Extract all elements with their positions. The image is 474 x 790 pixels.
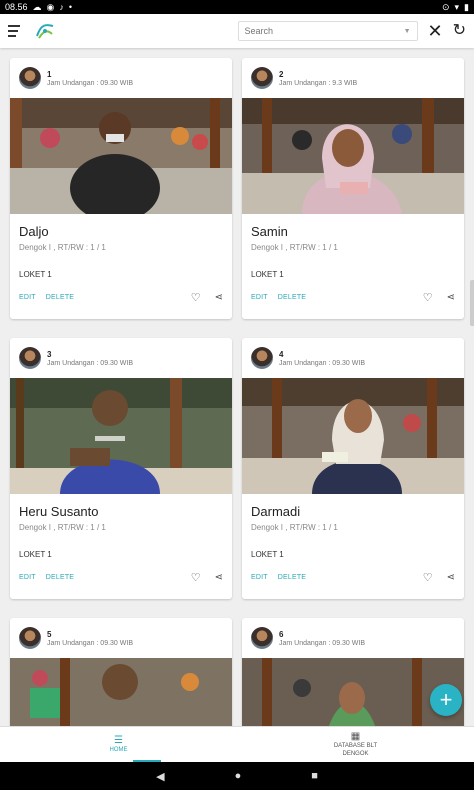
app-bar: ▼ ✕ ↻ [0,14,474,48]
share-icon[interactable]: ⋖ [447,572,455,583]
app-logo [34,20,56,42]
favorite-icon[interactable]: ♡ [191,571,201,584]
favorite-icon[interactable]: ♡ [423,291,433,304]
favorite-icon[interactable]: ♡ [191,291,201,304]
avatar [251,347,273,369]
recipient-photo [10,378,232,494]
battery-icon: ▮ [464,1,469,12]
card-header: 1 Jam Undangan : 09.30 WIB [10,58,232,98]
recipient-address: Dengok I , RT/RW : 1 / 1 [19,243,106,252]
recipient-photo [242,378,464,494]
recipient-photo [10,98,232,214]
recipient-card[interactable]: 4 Jam Undangan : 09.30 WIB Darmadi Dengo… [242,338,464,599]
nav-database[interactable]: ▦ DATABASE BLT DENGOK [237,727,474,762]
home-icon[interactable]: ● [235,770,242,782]
invitation-time: Jam Undangan : 09.30 WIB [279,639,365,647]
invitation-time: Jam Undangan : 9.3 WIB [279,79,358,87]
card-number: 5 [47,629,52,639]
recipient-card[interactable]: 6 Jam Undangan : 09.30 WIB [242,618,464,726]
share-icon[interactable]: ⋖ [447,292,455,303]
delete-button[interactable]: DELETE [278,294,306,301]
edit-button[interactable]: EDIT [19,294,36,301]
recipient-address: Dengok I , RT/RW : 1 / 1 [251,523,338,532]
card-number: 4 [279,349,284,359]
card-number: 2 [279,69,284,79]
close-icon[interactable]: ✕ [428,22,443,40]
refresh-icon[interactable]: ↻ [453,23,466,39]
avatar [19,627,41,649]
card-number: 6 [279,629,284,639]
card-header: 3 Jam Undangan : 09.30 WIB [10,338,232,378]
nav-database-label-line1: DATABASE BLT [333,743,378,750]
search-field[interactable]: ▼ [237,21,418,41]
recipient-card[interactable]: 1 Jam Undangan : 09.30 WIB Daljo Dengok [10,58,232,319]
card-number: 1 [47,69,52,79]
card-number: 3 [47,349,52,359]
recipient-name: Daljo [19,224,49,239]
avatar [251,627,273,649]
system-navigation-bar: ◀ ● ■ [0,762,474,790]
table-icon: ▦ [350,731,361,743]
menu-icon[interactable] [8,25,22,37]
card-header: 2 Jam Undangan : 9.3 WIB [242,58,464,98]
share-icon[interactable]: ⋖ [215,572,223,583]
favorite-icon[interactable]: ♡ [423,571,433,584]
recipient-photo [10,658,232,726]
recipient-address: Dengok I , RT/RW : 1 / 1 [251,243,338,252]
add-button[interactable]: + [430,684,462,716]
invitation-time: Jam Undangan : 09.30 WIB [47,359,133,367]
card-header: 6 Jam Undangan : 09.30 WIB [242,618,464,658]
recipient-name: Samin [251,224,288,239]
recipient-name: Darmadi [251,504,301,519]
card-header: 4 Jam Undangan : 09.30 WIB [242,338,464,378]
avatar [251,67,273,89]
recipient-card[interactable]: 5 Jam Undangan : 09.30 WIB [10,618,232,726]
whatsapp-icon: ◉ [46,1,55,12]
invitation-time: Jam Undangan : 09.30 WIB [279,359,365,367]
scroll-edge-handle[interactable] [470,280,474,326]
tiktok-icon: ♪ [59,1,64,12]
list-icon: ☰ [114,734,123,746]
recipient-photo [242,98,464,214]
dropdown-caret-icon[interactable]: ▼ [404,28,411,35]
back-icon[interactable]: ◀ [156,770,164,783]
edit-button[interactable]: EDIT [251,294,268,301]
invitation-time: Jam Undangan : 09.30 WIB [47,79,133,87]
notification-icon: ☁ [32,1,42,12]
invitation-time: Jam Undangan : 09.30 WIB [47,639,133,647]
wifi-icon: ▾ [454,1,460,12]
card-grid: 1 Jam Undangan : 09.30 WIB Daljo Dengok [0,48,474,726]
card-header: 5 Jam Undangan : 09.30 WIB [10,618,232,658]
location-icon: ⊙ [441,1,450,12]
avatar [19,347,41,369]
status-bar: 08.56 ☁ ◉ ♪ • ⊙ ▾ ▮ [0,0,474,14]
recipient-card[interactable]: 3 Jam Undangan : 09.30 WIB Heru Susanto … [10,338,232,599]
avatar [19,67,41,89]
recipient-card[interactable]: 2 Jam Undangan : 9.3 WIB Samin Dengok I [242,58,464,319]
nav-database-label: DATABASE BLT DENGOK [334,743,377,757]
delete-button[interactable]: DELETE [46,294,74,301]
search-input[interactable] [244,26,404,36]
recipient-name: Heru Susanto [19,504,99,519]
clock: 08.56 [5,2,28,12]
delete-button[interactable]: DELETE [46,574,74,581]
edit-button[interactable]: EDIT [251,574,268,581]
nav-database-label-line2: DENGOK [342,750,369,757]
recents-icon[interactable]: ■ [311,770,318,782]
recipient-address: Dengok I , RT/RW : 1 / 1 [19,523,106,532]
loket-label: LOKET 1 [251,270,284,279]
delete-button[interactable]: DELETE [278,574,306,581]
dot-icon: • [68,1,73,12]
edit-button[interactable]: EDIT [19,574,36,581]
nav-home[interactable]: ☰ HOME [0,727,237,762]
share-icon[interactable]: ⋖ [215,292,223,303]
loket-label: LOKET 1 [19,270,52,279]
nav-home-label: HOME [109,746,128,753]
loket-label: LOKET 1 [19,550,52,559]
bottom-navigation: ☰ HOME ▦ DATABASE BLT DENGOK [0,726,474,762]
loket-label: LOKET 1 [251,550,284,559]
